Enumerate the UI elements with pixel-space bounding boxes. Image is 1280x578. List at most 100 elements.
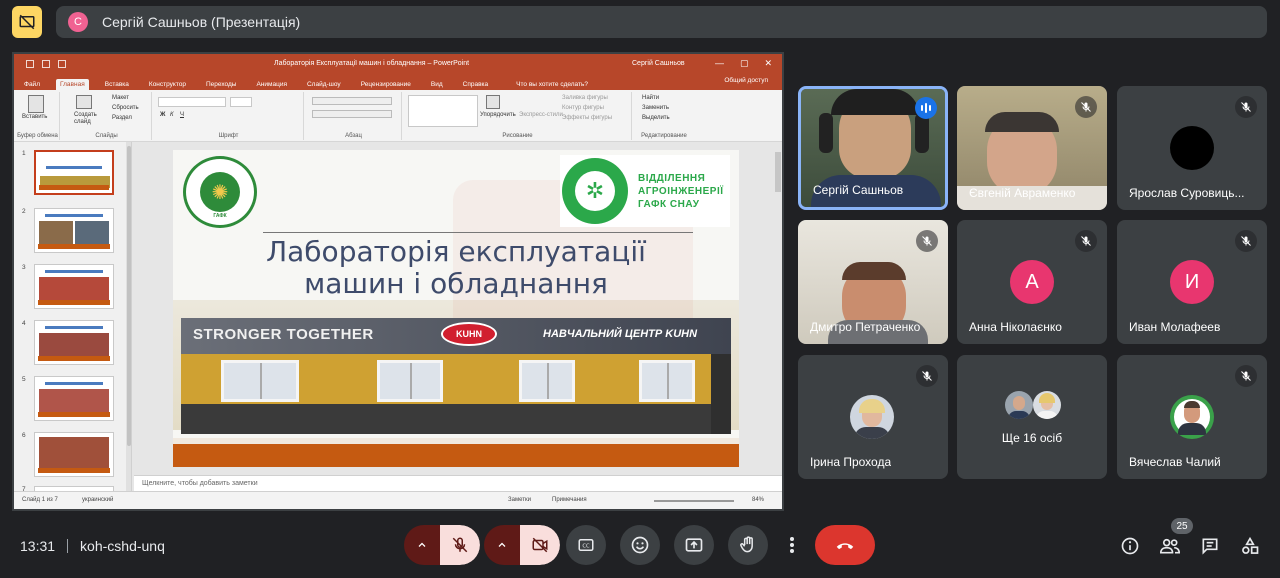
meeting-info: 13:31 koh-cshd-unq (20, 538, 165, 554)
slide-thumbnail[interactable]: 6 (14, 432, 131, 480)
share-button[interactable]: Общий доступ (724, 77, 768, 84)
tab-view[interactable]: Вид (427, 79, 447, 90)
window-controls: — ▢ ✕ (715, 58, 772, 69)
more-options-button[interactable] (782, 525, 802, 565)
bottom-bar: 13:31 koh-cshd-unq CC 25 (0, 516, 1280, 578)
tab-slideshow[interactable]: Слайд-шоу (303, 79, 345, 90)
paste-icon[interactable] (28, 95, 44, 113)
participant-tile[interactable]: Ірина Прохода (798, 355, 948, 479)
tab-insert[interactable]: Вставка (101, 79, 133, 90)
thumbnail-image (34, 264, 114, 309)
quick-styles-button[interactable]: Экспресс-стили (519, 112, 563, 118)
tab-animation[interactable]: Анимация (252, 79, 291, 90)
shape-fill-button[interactable]: Заливка фигуры (562, 95, 608, 101)
save-icon[interactable] (26, 60, 34, 68)
new-slide-icon[interactable] (76, 95, 92, 109)
participant-name: Євгеній Авраменко (969, 186, 1076, 200)
mic-off-icon (1235, 96, 1257, 118)
presenter-title: Сергій Сашньов (Презентація) (102, 14, 301, 30)
tab-file[interactable]: Файл (20, 79, 44, 90)
participant-tile[interactable]: Євгеній Авраменко (957, 86, 1107, 210)
layout-button[interactable]: Макет (112, 95, 129, 101)
tab-transitions[interactable]: Переходы (202, 79, 241, 90)
chat-button[interactable] (1196, 532, 1224, 560)
find-button[interactable]: Найти (642, 95, 659, 101)
align-icons[interactable] (312, 110, 392, 118)
select-button[interactable]: Выделить (642, 115, 670, 121)
more-participants-tile[interactable]: Ще 16 осіб (957, 355, 1107, 479)
camera-toggle-button[interactable] (520, 525, 560, 565)
raise-hand-button[interactable] (728, 525, 768, 565)
present-now-button[interactable] (674, 525, 714, 565)
font-family-select[interactable] (158, 97, 226, 107)
speaking-indicator-icon (915, 97, 937, 119)
tab-review[interactable]: Рецензирование (357, 79, 415, 90)
comments-toggle[interactable]: Примечания (552, 497, 587, 503)
stop-presenting-button[interactable] (12, 6, 42, 38)
list-icons[interactable] (312, 97, 392, 105)
arrange-icon[interactable] (486, 95, 500, 109)
language-indicator[interactable]: украинский (82, 497, 113, 503)
thumb-text (45, 270, 103, 273)
undo-icon[interactable] (42, 60, 50, 68)
participant-tile[interactable]: Сергій Сашньов (798, 86, 948, 210)
participant-avatar (1170, 395, 1214, 439)
thumbnails-scrollbar[interactable] (126, 142, 131, 491)
ribbon-group-drawing: Упорядочить Экспресс-стили Заливка фигур… (404, 92, 632, 140)
zoom-level[interactable]: 84% (752, 497, 764, 503)
maximize-icon[interactable]: ▢ (740, 58, 749, 69)
video-options-button[interactable] (484, 525, 520, 565)
paste-button[interactable]: Вставить (22, 114, 47, 120)
participant-tile[interactable]: Вячеслав Чалий (1117, 355, 1267, 479)
tab-help[interactable]: Справка (459, 79, 493, 90)
zoom-slider[interactable] (654, 500, 734, 502)
thumbnail-image (34, 376, 114, 421)
slide-thumbnail[interactable]: 1 (14, 150, 131, 198)
reactions-button[interactable] (620, 525, 660, 565)
slide-thumbnail[interactable]: 2 (14, 208, 131, 256)
create-slide-button[interactable]: Создать слайд (74, 112, 104, 126)
arrange-button[interactable]: Упорядочить (480, 112, 516, 118)
slide-thumbnail[interactable]: 4 (14, 320, 131, 368)
audio-options-button[interactable] (404, 525, 440, 565)
replace-button[interactable]: Заменить (642, 105, 669, 111)
shape-outline-button[interactable]: Контур фигуры (562, 105, 604, 111)
activities-button[interactable] (1236, 532, 1264, 560)
participant-tile[interactable]: И Иван Молафеев (1117, 220, 1267, 344)
redo-icon[interactable] (58, 60, 66, 68)
tab-design[interactable]: Конструктор (145, 79, 190, 90)
microphone-control (404, 525, 480, 565)
ribbon-group-label: Редактирование (641, 133, 687, 139)
notes-pane[interactable]: Щелкните, чтобы добавить заметки (134, 475, 782, 491)
mic-toggle-button[interactable] (440, 525, 480, 565)
leave-call-button[interactable] (815, 525, 875, 565)
participant-name: Ярослав Суровиць... (1129, 186, 1245, 200)
tell-me-search[interactable]: Что вы хотите сделать? (512, 79, 592, 90)
notes-toggle[interactable]: Заметки (508, 497, 531, 503)
close-icon[interactable]: ✕ (764, 58, 772, 69)
people-button[interactable] (1156, 532, 1184, 560)
participant-tile[interactable]: А Анна Ніколаєнко (957, 220, 1107, 344)
italic-button[interactable]: К (170, 112, 174, 118)
bold-button[interactable]: Ж (160, 112, 165, 118)
participant-tile[interactable]: Дмитро Петраченко (798, 220, 948, 344)
ribbon-group-paragraph: Абзац (306, 92, 402, 140)
slide-scrollbar[interactable] (774, 142, 782, 472)
mic-off-icon (916, 230, 938, 252)
section-button[interactable]: Раздел (112, 115, 132, 121)
mic-off-icon (452, 537, 468, 553)
current-slide[interactable]: ✺ ГАФК ✲ ВІДДІЛЕННЯ АГРОІНЖЕНЕРІЇ ГАФК С… (173, 150, 739, 467)
font-size-select[interactable] (230, 97, 252, 107)
participant-tile[interactable]: Ярослав Суровиць... (1117, 86, 1267, 210)
underline-button[interactable]: Ч (180, 112, 184, 118)
slide-thumbnail[interactable]: 3 (14, 264, 131, 312)
meeting-details-button[interactable] (1116, 532, 1144, 560)
reset-button[interactable]: Сбросить (112, 105, 139, 111)
captions-button[interactable]: CC (566, 525, 606, 565)
tab-home[interactable]: Главная (55, 79, 89, 90)
shapes-gallery[interactable] (408, 95, 478, 127)
thumbnail-image (34, 150, 114, 195)
shape-effects-button[interactable]: Эффекты фигуры (562, 115, 612, 121)
slide-thumbnail[interactable]: 5 (14, 376, 131, 424)
minimize-icon[interactable]: — (715, 58, 724, 69)
